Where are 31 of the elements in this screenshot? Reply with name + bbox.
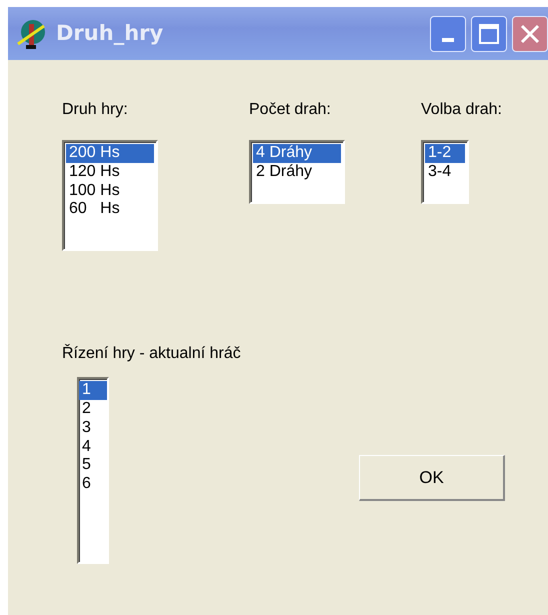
close-button[interactable] bbox=[512, 16, 548, 52]
ok-button[interactable]: OK bbox=[359, 455, 505, 502]
list-item[interactable]: 1 bbox=[79, 381, 107, 400]
list-item[interactable]: 3 bbox=[79, 418, 107, 438]
list-item[interactable]: 1-2 bbox=[425, 144, 465, 163]
listbox[interactable]: 4 Dráhy 2 Dráhy bbox=[249, 140, 345, 204]
list-label: Počet drah: bbox=[249, 100, 332, 120]
minimize-button[interactable] bbox=[430, 16, 466, 52]
app-icon bbox=[16, 18, 48, 50]
list-item[interactable]: 120 Hs bbox=[66, 162, 154, 182]
list-item[interactable]: 5 bbox=[79, 456, 107, 475]
list-label: Druh hry: bbox=[62, 100, 129, 120]
maximize-icon bbox=[478, 22, 500, 44]
list-item[interactable]: 2 Dráhy bbox=[253, 162, 341, 182]
maximize-button[interactable] bbox=[471, 16, 507, 52]
list-label: Volba drah: bbox=[421, 100, 503, 120]
minimize-icon bbox=[442, 38, 454, 42]
player-listbox[interactable]: 1 2 3 4 5 6 bbox=[77, 377, 109, 564]
list-item[interactable]: 2 bbox=[79, 400, 107, 419]
window-title: Druh_hry bbox=[56, 20, 164, 47]
list-item[interactable]: 6 bbox=[79, 474, 107, 494]
list-item[interactable]: 3-4 bbox=[425, 162, 465, 182]
listbox[interactable]: 200 Hs 120 Hs 100 Hs 60 Hs bbox=[62, 140, 158, 252]
list-item[interactable]: 4 Dráhy bbox=[253, 144, 341, 163]
list-item[interactable]: 4 bbox=[79, 438, 107, 456]
list-item[interactable]: 60 Hs bbox=[66, 200, 154, 220]
list-item[interactable]: 100 Hs bbox=[66, 182, 154, 200]
list-label: Řízení hry - aktualní hráč bbox=[62, 344, 242, 364]
listbox[interactable]: 1-2 3-4 bbox=[421, 140, 469, 204]
list-item[interactable]: 200 Hs bbox=[66, 144, 154, 163]
close-icon bbox=[519, 22, 541, 44]
